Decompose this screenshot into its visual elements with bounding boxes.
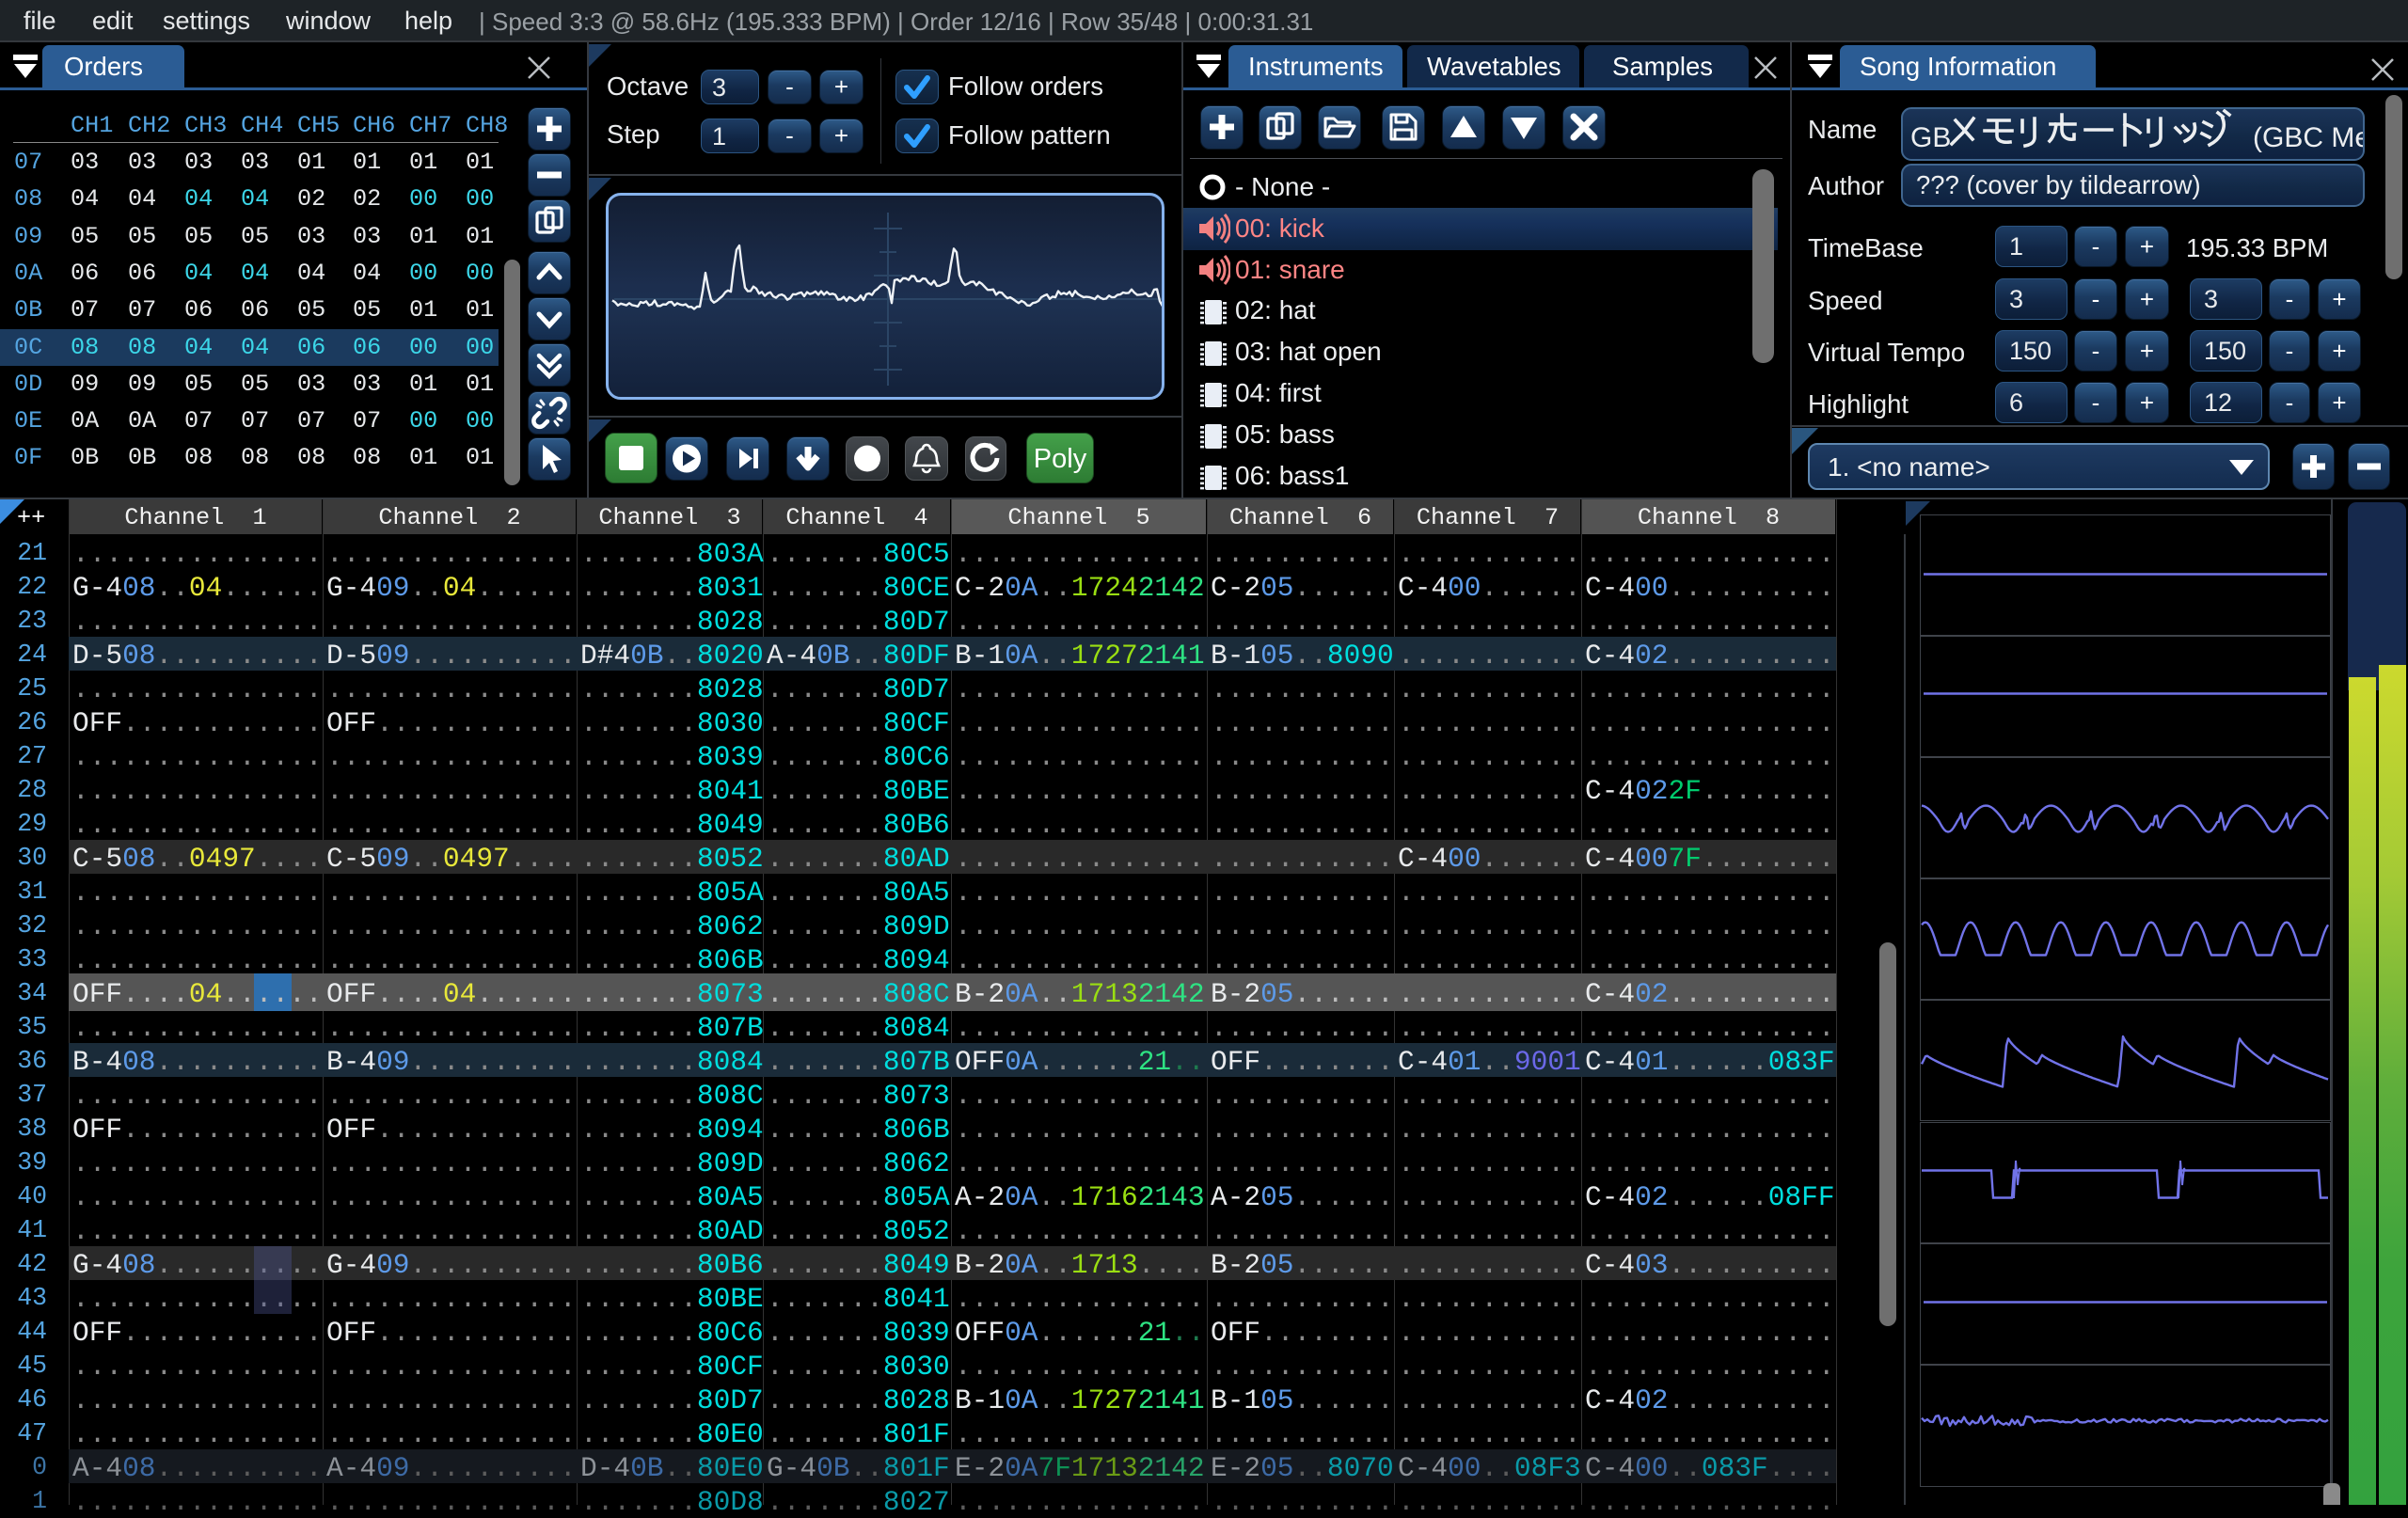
svg-text:(GBC Menu: (GBC Menu	[2253, 122, 2363, 153]
svg-text:GB: GB	[1910, 122, 1951, 153]
